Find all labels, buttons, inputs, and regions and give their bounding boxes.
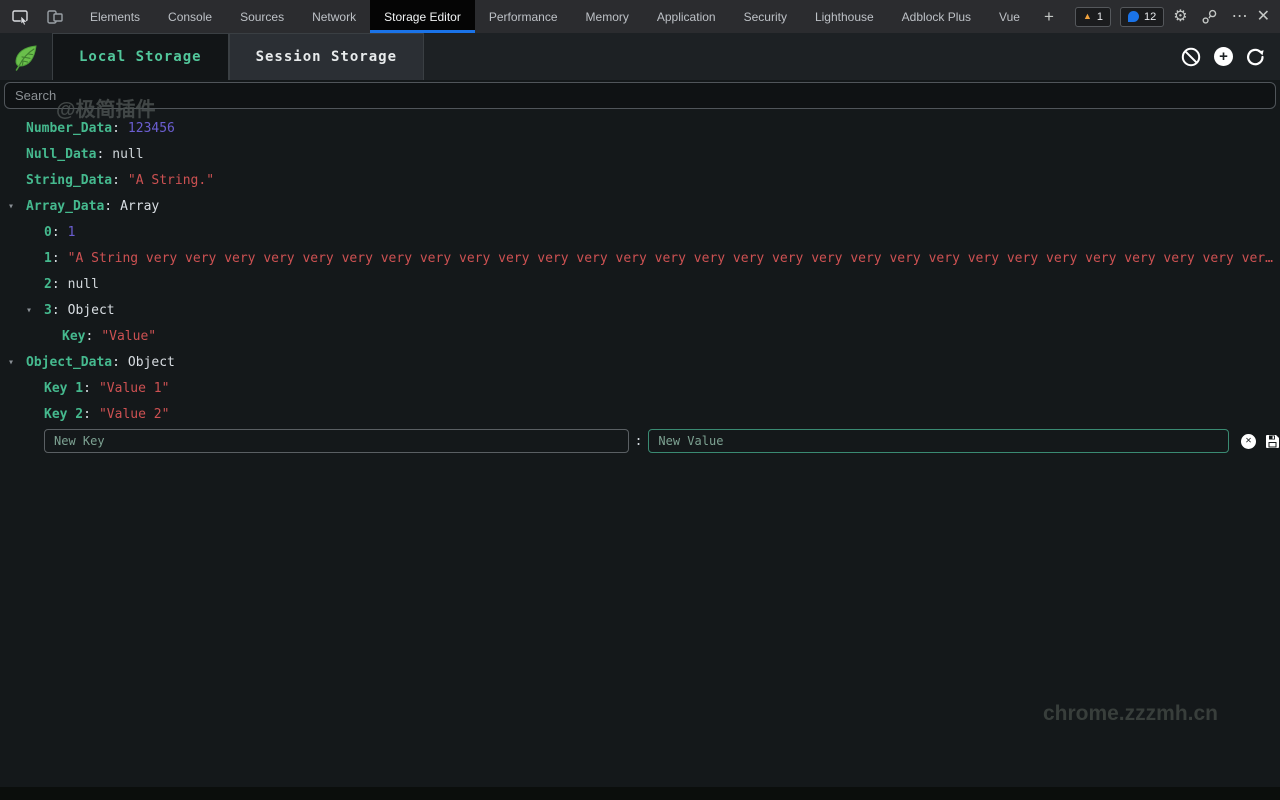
refresh-icon[interactable] (1245, 46, 1266, 68)
tree-key: Null_Data (26, 147, 96, 162)
settings-gear-icon[interactable]: ⚙ (1173, 9, 1187, 25)
tree-colon: : (52, 251, 60, 266)
bottom-strip (0, 787, 1280, 800)
tree-value: null (112, 147, 143, 162)
editor-colon: : (635, 434, 643, 449)
tree-row-array-item-0[interactable]: 0:1 (0, 219, 1280, 245)
collapse-arrow-icon[interactable]: ▾ (8, 201, 26, 212)
new-entry-editor: : ✕ (0, 428, 1280, 454)
collapse-arrow-icon[interactable]: ▾ (26, 305, 44, 316)
tree-row-number-data[interactable]: Number_Data:123456 (0, 115, 1280, 141)
tree-colon: : (104, 199, 112, 214)
search-bar (0, 80, 1280, 113)
tree-row-object-data[interactable]: ▾Object_Data: Object (0, 349, 1280, 375)
more-menu-icon[interactable]: ⋯ (1232, 9, 1248, 25)
tree-colon: : (112, 121, 120, 136)
feedback-icon[interactable] (1197, 5, 1223, 29)
tree-row-key-2[interactable]: Key 2: "Value 2" (0, 401, 1280, 427)
warning-icon: ▲ (1083, 12, 1092, 21)
tree-row-array-data[interactable]: ▾Array_Data: Array (0, 193, 1280, 219)
tab-application[interactable]: Application (643, 0, 730, 33)
warning-badge[interactable]: ▲ 1 (1075, 7, 1111, 27)
tree-row-array-item-3[interactable]: ▾3: Object (0, 297, 1280, 323)
message-badge[interactable]: 12 (1120, 7, 1164, 27)
devtools-tabs: Elements Console Sources Network Storage… (76, 0, 1064, 33)
tree-key: Object_Data (26, 355, 112, 370)
tree-key: Number_Data (26, 121, 112, 136)
tab-performance[interactable]: Performance (475, 0, 572, 33)
tree-value: Object (128, 355, 175, 370)
tree-colon: : (112, 173, 120, 188)
storage-type-tabs: Local Storage Session Storage (52, 33, 424, 80)
new-key-input[interactable] (44, 429, 629, 453)
tree-row-string-data[interactable]: String_Data: "A String." (0, 167, 1280, 193)
save-entry-icon[interactable] (1265, 434, 1280, 449)
tab-elements[interactable]: Elements (76, 0, 154, 33)
tree-value: "Value 2" (99, 407, 169, 422)
tab-adblock-plus[interactable]: Adblock Plus (888, 0, 985, 33)
message-bubble-icon (1128, 11, 1139, 22)
search-input[interactable] (4, 82, 1276, 109)
tree-key: 0 (44, 225, 52, 240)
warning-count: 1 (1097, 11, 1103, 23)
tree-key: Key (62, 329, 85, 344)
tree-row-key-1[interactable]: Key 1: "Value 1" (0, 375, 1280, 401)
tab-local-storage[interactable]: Local Storage (52, 33, 229, 80)
tree-colon: : (52, 303, 60, 318)
tree-value: "A String very very very very very very … (68, 251, 1280, 266)
tree-row-array-item-2[interactable]: 2: null (0, 271, 1280, 297)
tree-key: String_Data (26, 173, 112, 188)
tab-network[interactable]: Network (298, 0, 370, 33)
tree-row-object-key[interactable]: Key: "Value" (0, 323, 1280, 349)
tree-key: Key 2 (44, 407, 83, 422)
storage-editor-header: Local Storage Session Storage @极简插件 + (0, 33, 1280, 80)
tree-key: 3 (44, 303, 52, 318)
tab-console[interactable]: Console (154, 0, 226, 33)
site-watermark: chrome.zzzmh.cn (1043, 702, 1218, 726)
tree-colon: : (52, 225, 60, 240)
tab-vue[interactable]: Vue (985, 0, 1034, 33)
extension-leaf-icon (0, 33, 52, 80)
new-value-input[interactable] (648, 429, 1229, 453)
message-count: 12 (1144, 11, 1156, 23)
tree-key: 1 (44, 251, 52, 266)
tree-colon: : (52, 277, 60, 292)
tree-value: 1 (68, 225, 76, 240)
tab-storage-editor[interactable]: Storage Editor (370, 0, 475, 33)
tab-security[interactable]: Security (730, 0, 801, 33)
add-entry-icon[interactable]: + (1214, 47, 1233, 66)
tree-value: "Value 1" (99, 381, 169, 396)
collapse-arrow-icon[interactable]: ▾ (8, 357, 26, 368)
tree-colon: : (96, 147, 104, 162)
device-toolbar-icon[interactable] (42, 5, 68, 29)
tree-value: Object (68, 303, 115, 318)
cancel-entry-icon[interactable]: ✕ (1241, 434, 1256, 449)
tree-value: null (68, 277, 99, 292)
tree-key: Key 1 (44, 381, 83, 396)
tab-lighthouse[interactable]: Lighthouse (801, 0, 888, 33)
inspect-element-icon[interactable] (8, 5, 34, 29)
devtools-tab-bar: Elements Console Sources Network Storage… (0, 0, 1280, 33)
tree-key: 2 (44, 277, 52, 292)
tree-key: Array_Data (26, 199, 104, 214)
clear-all-icon[interactable] (1180, 46, 1202, 68)
tree-colon: : (112, 355, 120, 370)
tree-value: "Value" (101, 329, 156, 344)
tree-row-array-item-1[interactable]: 1: "A String very very very very very ver… (0, 245, 1280, 271)
storage-tree: Number_Data:123456 Null_Data:null String… (0, 113, 1280, 454)
tree-value: Array (120, 199, 159, 214)
tab-session-storage[interactable]: Session Storage (229, 33, 424, 80)
tab-sources[interactable]: Sources (226, 0, 298, 33)
close-devtools-icon[interactable]: ✕ (1257, 9, 1270, 25)
tree-value: "A String." (128, 173, 214, 188)
tree-row-null-data[interactable]: Null_Data: null (0, 141, 1280, 167)
more-tabs-icon[interactable]: + (1034, 0, 1064, 33)
tab-memory[interactable]: Memory (572, 0, 643, 33)
tree-value: 123456 (128, 121, 175, 136)
tree-colon: : (83, 381, 91, 396)
tree-colon: : (83, 407, 91, 422)
tree-colon: : (85, 329, 93, 344)
